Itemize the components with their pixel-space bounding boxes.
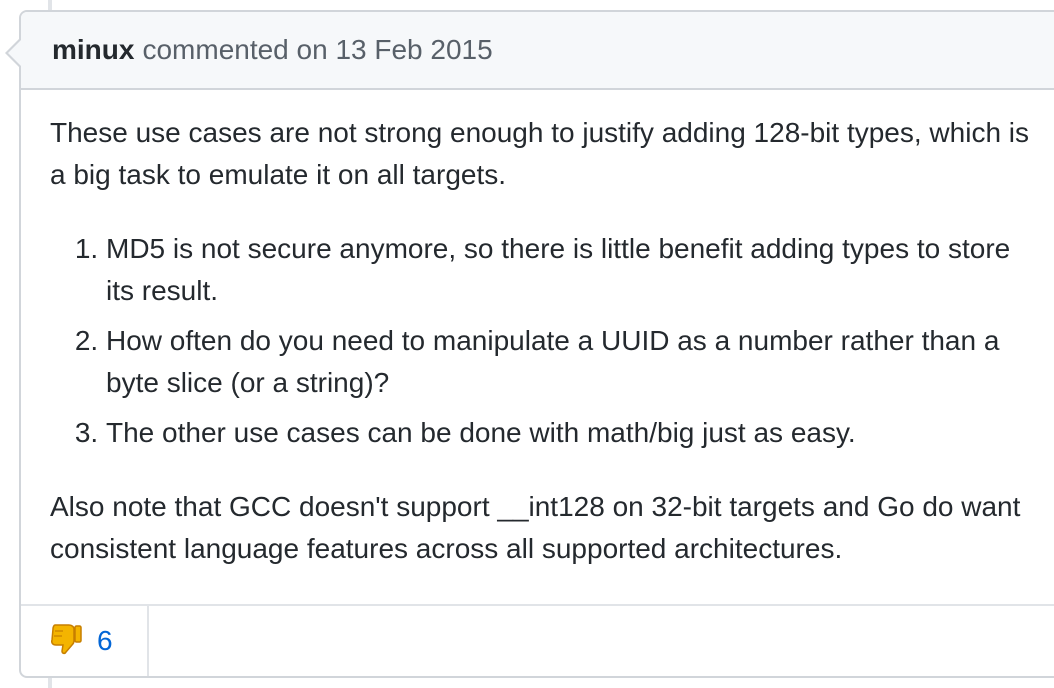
comment-header: minux commented on 13 Feb 2015 [5,12,1054,90]
comment-box: minux commented on 13 Feb 2015 These use… [5,10,1054,678]
comment-author[interactable]: minux [52,34,134,66]
thumbs-down-icon [51,624,82,655]
list-item: How often do you need to manipulate a UU… [106,320,1033,404]
comment-paragraph: Also note that GCC doesn't support __int… [50,491,1021,564]
comment-body: These use cases are not strong enough to… [21,90,1054,570]
reaction-count: 6 [97,625,113,656]
comment-timestamp[interactable]: commented on 13 Feb 2015 [142,34,492,66]
comment-paragraph: These use cases are not strong enough to… [50,117,1030,190]
list-item: MD5 is not secure anymore, so there is l… [106,228,1033,312]
list-item: The other use cases can be done with mat… [106,412,1033,454]
reaction-thumbs-down-button[interactable]: 6 [21,606,149,676]
reactions-bar: 6 [21,604,1054,676]
comment-caret [5,37,22,69]
comment-list: MD5 is not secure anymore, so there is l… [50,228,1033,454]
